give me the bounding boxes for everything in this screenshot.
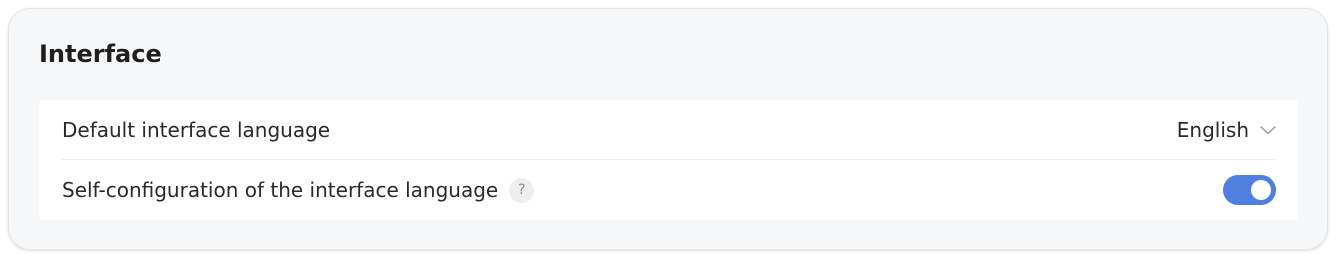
toggle-knob [1251, 180, 1271, 200]
section-title: Interface [39, 40, 162, 68]
help-icon[interactable]: ? [509, 177, 535, 203]
setting-row-self-configuration: Self-configuration of the interface lang… [62, 160, 1276, 220]
language-select-value: English [1176, 117, 1249, 142]
self-configuration-toggle[interactable] [1223, 175, 1276, 205]
interface-settings-card: Interface Default interface language Eng… [8, 8, 1328, 250]
self-configuration-label-wrap: Self-configuration of the interface lang… [62, 177, 535, 203]
setting-row-default-language: Default interface language English [62, 100, 1277, 160]
default-language-label: Default interface language [62, 117, 331, 142]
self-configuration-label: Self-configuration of the interface lang… [62, 178, 499, 202]
settings-panel: Default interface language English Self-… [39, 100, 1298, 220]
language-select[interactable]: English [1177, 118, 1277, 142]
chevron-down-icon [1260, 125, 1276, 134]
